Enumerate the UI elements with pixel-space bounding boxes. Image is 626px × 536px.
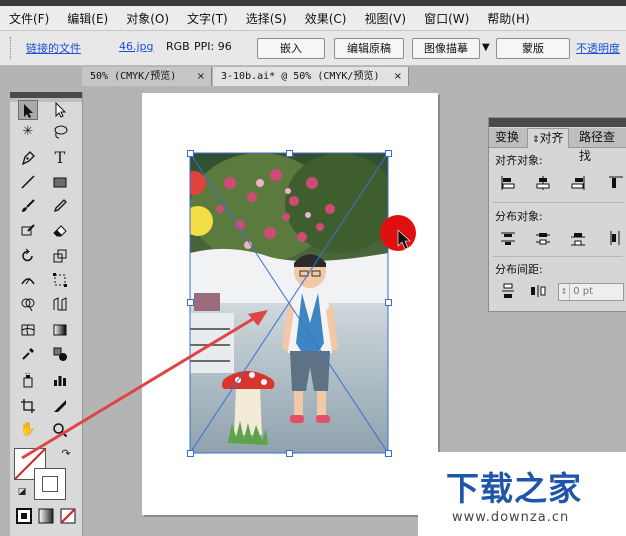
distribute-objects-label: 分布对象: bbox=[495, 210, 543, 223]
resize-handle-sw[interactable] bbox=[187, 450, 194, 457]
site-watermark: 下载之家 www.downza.cn bbox=[418, 452, 626, 536]
distribute-bottom-icon[interactable] bbox=[569, 229, 587, 247]
distribute-spacing-label: 分布间距: bbox=[495, 263, 543, 276]
resize-handle-ne[interactable] bbox=[385, 150, 392, 157]
watermark-url: www.downza.cn bbox=[452, 510, 570, 525]
align-top-icon[interactable] bbox=[607, 174, 625, 192]
align-objects-label: 对齐对象: bbox=[495, 154, 543, 167]
vertical-distribute-space-icon[interactable] bbox=[499, 282, 517, 300]
spacing-input[interactable]: ⇕ 0 pt bbox=[558, 283, 624, 301]
align-right-icon[interactable] bbox=[569, 174, 587, 192]
watermark-title: 下载之家 bbox=[446, 469, 582, 508]
tab-pathfinder[interactable]: 路径查找 bbox=[575, 128, 626, 163]
align-panel-grip[interactable] bbox=[489, 118, 626, 127]
annotation-arrowhead bbox=[248, 310, 268, 326]
resize-handle-s[interactable] bbox=[286, 450, 293, 457]
annotation-arrow-line bbox=[21, 314, 259, 460]
resize-handle-nw[interactable] bbox=[187, 150, 194, 157]
distribute-left-icon[interactable] bbox=[607, 229, 625, 247]
panel-tab-indicator-icon: ⇕ bbox=[532, 135, 540, 145]
align-left-icon[interactable] bbox=[499, 174, 517, 192]
horizontal-distribute-space-icon[interactable] bbox=[529, 282, 547, 300]
align-horizontal-center-icon[interactable] bbox=[534, 174, 552, 192]
resize-handle-w[interactable] bbox=[187, 299, 194, 306]
tab-align[interactable]: ⇕对齐 bbox=[527, 128, 569, 148]
resize-handle-n[interactable] bbox=[286, 150, 293, 157]
align-panel-tabs: 变换 ⇕对齐 路径查找 bbox=[489, 128, 626, 163]
tab-transform[interactable]: 变换 bbox=[491, 128, 523, 147]
stepper-arrows-icon[interactable]: ⇕ bbox=[559, 284, 570, 300]
distribute-vertical-center-icon[interactable] bbox=[534, 229, 552, 247]
spacing-value: 0 pt bbox=[573, 286, 593, 297]
resize-handle-e[interactable] bbox=[385, 299, 392, 306]
tab-align-label: 对齐 bbox=[539, 131, 564, 145]
distribute-top-icon[interactable] bbox=[499, 229, 517, 247]
resize-handle-se[interactable] bbox=[385, 450, 392, 457]
